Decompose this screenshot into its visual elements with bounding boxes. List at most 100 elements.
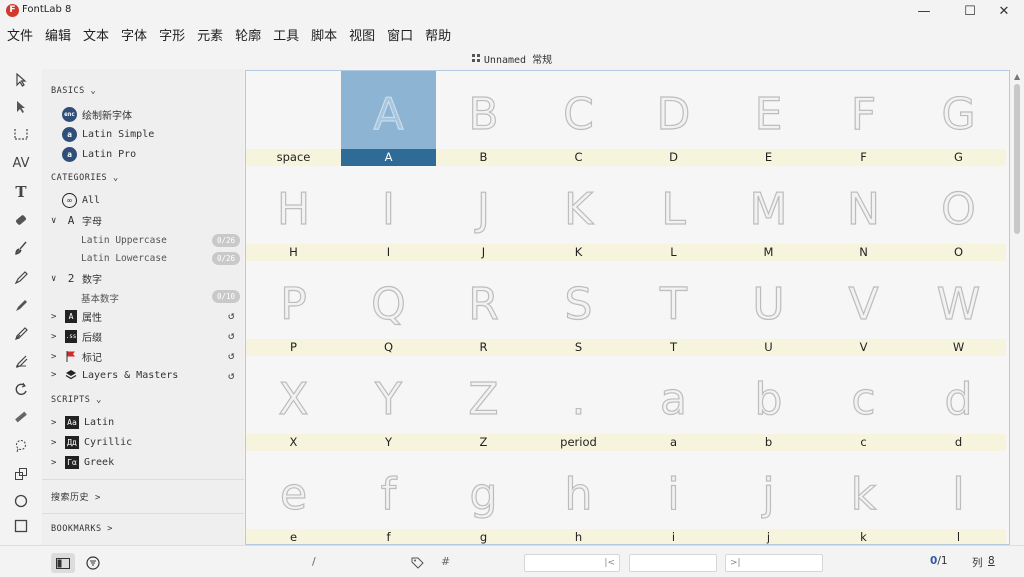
sidebar-toggle-button[interactable]	[51, 553, 75, 573]
glyph-cell-g[interactable]: gg	[436, 451, 531, 544]
glyph-cell-J[interactable]: JJ	[436, 166, 531, 261]
glyph-cell-R[interactable]: RR	[436, 261, 531, 356]
pen-icon[interactable]	[10, 266, 32, 288]
glyph-cell-P[interactable]: PP	[246, 261, 341, 356]
ellipse-icon[interactable]	[10, 490, 32, 512]
glyph-cell-h[interactable]: hh	[531, 451, 626, 544]
menu-glyph[interactable]: 字形	[156, 25, 188, 44]
rotate-icon[interactable]	[10, 378, 32, 400]
glyph-cell-l[interactable]: ll	[911, 451, 1006, 544]
glyph-cell-b[interactable]: bb	[721, 356, 816, 451]
menu-text[interactable]: 文本	[80, 25, 112, 44]
menu-tools[interactable]: 工具	[270, 25, 302, 44]
script-cyrillic[interactable]: > Дд Cyrillic	[51, 436, 132, 449]
unicode-button[interactable]: #	[441, 555, 450, 568]
categories-header[interactable]: CATEGORIES ⌄	[51, 173, 122, 183]
glyph-cell-U[interactable]: UU	[721, 261, 816, 356]
glyph-separator-button[interactable]: /	[312, 555, 316, 568]
chevron-right-icon[interactable]: >	[51, 438, 60, 448]
knife-icon[interactable]	[10, 350, 32, 372]
glyph-cell-Q[interactable]: QQ	[341, 261, 436, 356]
chevron-right-icon[interactable]: >	[51, 312, 60, 322]
menu-window[interactable]: 窗口	[384, 25, 416, 44]
reset-icon[interactable]: ↺	[228, 309, 235, 322]
basics-item-latin-simple[interactable]: a Latin Simple	[62, 127, 154, 142]
chevron-right-icon[interactable]: >	[51, 370, 60, 380]
pencil-icon[interactable]	[10, 322, 32, 344]
pointer-icon[interactable]	[10, 69, 32, 91]
basics-header[interactable]: BASICS ⌄	[51, 86, 99, 96]
basics-item-new-font[interactable]: enc 绘制新字体	[62, 107, 132, 122]
chevron-right-icon[interactable]: >	[51, 352, 60, 362]
category-marks[interactable]: > 标记	[51, 349, 102, 364]
search-history-header[interactable]: 搜索历史 >	[51, 490, 101, 503]
menu-edit[interactable]: 编辑	[42, 25, 74, 44]
menu-contour[interactable]: 轮廓	[232, 25, 264, 44]
glyph-cell-O[interactable]: OO	[911, 166, 1006, 261]
glyph-cell-space[interactable]: space	[246, 71, 341, 166]
menu-view[interactable]: 视图	[346, 25, 378, 44]
glyph-cell-H[interactable]: HH	[246, 166, 341, 261]
glyph-cell-S[interactable]: SS	[531, 261, 626, 356]
script-latin[interactable]: > Aa Latin	[51, 416, 114, 429]
rectangle-icon[interactable]	[10, 515, 32, 537]
contour-pointer-icon[interactable]	[10, 96, 32, 118]
glyph-cell-E[interactable]: EE	[721, 71, 816, 166]
metrics-icon[interactable]	[10, 123, 32, 145]
basics-item-latin-pro[interactable]: a Latin Pro	[62, 147, 136, 162]
menu-font[interactable]: 字体	[118, 25, 150, 44]
kerning-icon[interactable]: AV	[10, 152, 32, 174]
glyph-cell-i[interactable]: ii	[626, 451, 721, 544]
glyph-cell-A[interactable]: AA	[341, 71, 436, 166]
chevron-down-icon[interactable]: ∨	[51, 216, 60, 226]
glyph-cell-W[interactable]: WW	[911, 261, 1006, 356]
category-basic-digits[interactable]: 基本数字	[81, 291, 119, 305]
glyph-cell-G[interactable]: GG	[911, 71, 1006, 166]
reset-icon[interactable]: ↺	[228, 369, 235, 382]
glyph-cell-period[interactable]: . period	[531, 356, 626, 451]
ruler-icon[interactable]	[10, 406, 32, 428]
menu-scripts[interactable]: 脚本	[308, 25, 340, 44]
chevron-right-icon[interactable]: >	[51, 418, 60, 428]
glyph-value-field[interactable]	[629, 554, 717, 572]
columns-value[interactable]: 8	[988, 555, 995, 567]
glyph-cell-c[interactable]: cc	[816, 356, 911, 451]
glyph-cell-Z[interactable]: ZZ	[436, 356, 531, 451]
glyph-name-field[interactable]: |<	[524, 554, 620, 572]
glyph-cell-e[interactable]: ee	[246, 451, 341, 544]
category-layers-masters[interactable]: > Layers & Masters	[51, 369, 178, 381]
glyph-cell-F[interactable]: FF	[816, 71, 911, 166]
category-properties[interactable]: > A 属性	[51, 309, 102, 324]
category-latin-uppercase[interactable]: Latin Uppercase	[81, 235, 167, 246]
category-latin-lowercase[interactable]: Latin Lowercase	[81, 253, 167, 264]
text-icon[interactable]: T	[10, 181, 32, 203]
category-all[interactable]: ∞ All	[62, 193, 100, 208]
glyph-cell-B[interactable]: BB	[436, 71, 531, 166]
glyph-cell-Y[interactable]: YY	[341, 356, 436, 451]
menu-help[interactable]: 帮助	[422, 25, 454, 44]
scale-icon[interactable]	[10, 463, 32, 485]
category-suffixes[interactable]: > .ss 后缀	[51, 329, 102, 344]
chevron-right-icon[interactable]: >	[51, 332, 60, 342]
minimize-button[interactable]: —	[904, 0, 944, 22]
glyph-cell-N[interactable]: NN	[816, 166, 911, 261]
category-letters[interactable]: ∨ A 字母	[51, 213, 102, 228]
scrollbar-thumb[interactable]	[1014, 84, 1020, 234]
glyph-cell-a[interactable]: aa	[626, 356, 721, 451]
glyph-cell-V[interactable]: VV	[816, 261, 911, 356]
glyph-cell-j[interactable]: jj	[721, 451, 816, 544]
lasso-icon[interactable]	[10, 435, 32, 457]
menu-file[interactable]: 文件	[4, 25, 36, 44]
close-button[interactable]: ✕	[984, 0, 1024, 22]
glyph-cell-X[interactable]: XX	[246, 356, 341, 451]
filter-button[interactable]	[86, 555, 100, 574]
vertical-scrollbar[interactable]: ▲	[1011, 70, 1024, 545]
category-digits[interactable]: ∨ 2 数字	[51, 271, 102, 286]
glyph-cell-f[interactable]: ff	[341, 451, 436, 544]
bookmarks-header[interactable]: BOOKMARKS >	[51, 524, 113, 534]
eraser-icon[interactable]	[10, 209, 32, 231]
glyph-cell-d[interactable]: dd	[911, 356, 1006, 451]
glyph-cell-M[interactable]: MM	[721, 166, 816, 261]
glyph-cell-D[interactable]: DD	[626, 71, 721, 166]
scroll-up-icon[interactable]: ▲	[1014, 72, 1020, 81]
